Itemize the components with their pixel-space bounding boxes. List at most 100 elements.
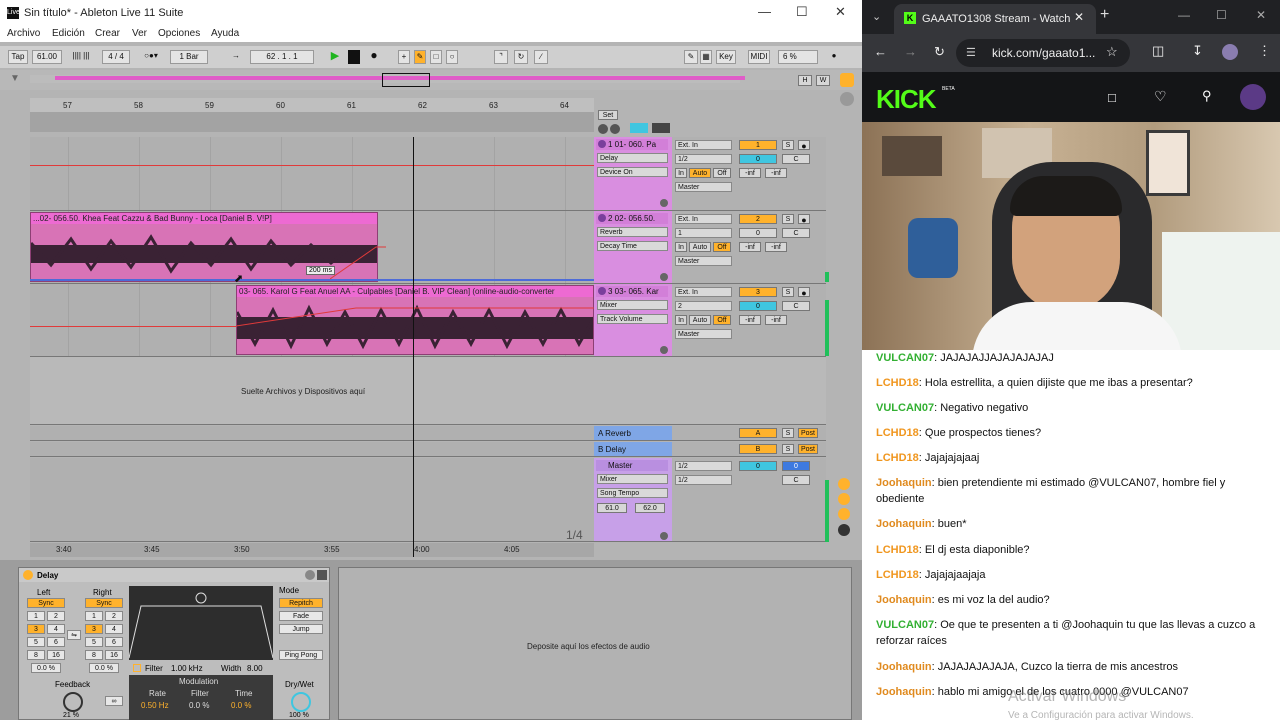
menu-ver[interactable]: Ver <box>132 28 147 39</box>
solo-button[interactable]: S <box>782 140 794 150</box>
parameter-chooser[interactable]: Track Volume <box>597 314 668 324</box>
fold-track-icon[interactable] <box>598 287 606 295</box>
right-sync-button[interactable]: Sync <box>85 598 123 608</box>
reload-icon[interactable]: ↻ <box>934 44 945 60</box>
return-activator-a[interactable]: A <box>739 428 777 438</box>
monitor-in-button[interactable]: In <box>675 242 687 252</box>
pan-field[interactable]: C <box>782 154 810 164</box>
left-note-button[interactable]: 2 <box>47 611 65 621</box>
input-type-select[interactable]: Ext. In <box>675 140 732 150</box>
monitor-off-button[interactable]: Off <box>713 168 731 178</box>
parameter-chooser[interactable]: Song Tempo <box>597 488 668 498</box>
arrangement-follow-icon[interactable]: → <box>226 50 246 64</box>
post-button[interactable]: Post <box>798 428 818 438</box>
returns-toggle-icon[interactable] <box>838 493 850 505</box>
hot-swap-icon[interactable] <box>305 570 315 580</box>
track-lane-1[interactable] <box>30 137 594 211</box>
webcam-video[interactable] <box>862 122 1280 358</box>
add-lane-icon[interactable] <box>660 346 668 354</box>
tab-close-icon[interactable]: ✕ <box>1074 10 1084 24</box>
right-note-button[interactable]: 5 <box>85 637 103 647</box>
session-record-icon[interactable]: ○ <box>446 50 458 64</box>
parameter-chooser[interactable]: Device On <box>597 167 668 177</box>
next-locator-icon[interactable] <box>610 124 620 134</box>
browser-maximize-icon[interactable]: ☐ <box>1216 8 1227 22</box>
audio-to-select[interactable]: Master <box>675 256 732 266</box>
play-icon[interactable]: ▶ <box>328 50 342 64</box>
menu-opciones[interactable]: Opciones <box>158 28 200 39</box>
browser-minimize-icon[interactable]: — <box>1178 8 1190 22</box>
right-note-button[interactable]: 6 <box>105 637 123 647</box>
device-on-icon[interactable] <box>23 570 33 580</box>
stop-icon[interactable] <box>348 50 360 64</box>
tab-kick[interactable]: K GAAATO1308 Stream - Watch L ✕ <box>894 4 1096 34</box>
track-activator-3[interactable]: 3 <box>739 287 777 297</box>
locator-bar[interactable] <box>30 112 594 132</box>
return-activator-b[interactable]: B <box>739 444 777 454</box>
following-icon[interactable]: □ <box>1108 90 1116 105</box>
monitor-in-button[interactable]: In <box>675 168 687 178</box>
kick-logo[interactable]: KICK <box>876 84 937 115</box>
link-icon[interactable]: ⇋ <box>67 630 81 640</box>
automation-line[interactable] <box>30 165 594 166</box>
chrome-menu-icon[interactable]: ⋮ <box>1258 43 1271 59</box>
track-activator-1[interactable]: 1 <box>739 140 777 150</box>
arm-icon[interactable]: ● <box>798 214 810 225</box>
volume-field[interactable]: 0 <box>739 154 777 164</box>
download-icon[interactable]: ↧ <box>1192 43 1203 59</box>
chat-username[interactable]: LCHD18 <box>876 427 919 439</box>
filter-display[interactable] <box>128 586 274 660</box>
key-map-button[interactable]: Key <box>716 50 736 64</box>
monitor-in-button[interactable]: In <box>675 315 687 325</box>
pause-view-icon[interactable] <box>840 92 854 106</box>
extensions-icon[interactable]: ◫ <box>1152 43 1164 59</box>
volume-field[interactable]: 0 <box>739 228 777 238</box>
chat-username[interactable]: VULCAN07 <box>876 619 934 631</box>
audio-to-select[interactable]: Master <box>675 329 732 339</box>
arrangement-overview[interactable]: H W ▼ <box>0 70 862 90</box>
punch-icon[interactable]: ∕ <box>534 50 548 64</box>
return-name-b[interactable]: B Delay <box>598 445 626 454</box>
time-mod-value[interactable]: 0.0 % <box>231 701 251 710</box>
fade-button[interactable]: Fade <box>279 611 323 621</box>
punch-in-h-button[interactable]: H <box>798 75 812 86</box>
master-cue-select[interactable]: 1/2 <box>675 475 732 485</box>
cue-volume-field[interactable]: 0 <box>782 461 810 471</box>
left-note-button[interactable]: 4 <box>47 624 65 634</box>
chat-username[interactable]: LCHD18 <box>876 377 919 389</box>
save-preset-icon[interactable] <box>317 570 327 580</box>
site-info-icon[interactable]: ☰ <box>966 46 976 59</box>
left-note-button[interactable]: 16 <box>47 650 65 660</box>
repitch-button[interactable]: Repitch <box>279 598 323 608</box>
new-tab-icon[interactable]: + <box>1100 6 1109 24</box>
right-offset-field[interactable]: 0.0 % <box>89 663 119 673</box>
chat-username[interactable]: VULCAN07 <box>876 402 934 414</box>
mixer-toggle-icon[interactable] <box>838 508 850 520</box>
time-ruler[interactable]: 3:40 3:45 3:50 3:55 4:00 4:05 <box>30 543 594 557</box>
left-note-button[interactable]: 6 <box>47 637 65 647</box>
capture-icon[interactable]: □ <box>430 50 442 64</box>
filter-mod-value[interactable]: 0.0 % <box>189 701 209 710</box>
playhead[interactable] <box>413 137 414 557</box>
input-type-select[interactable]: Ext. In <box>675 287 732 297</box>
monitor-auto-button[interactable]: Auto <box>689 242 711 252</box>
pan-field[interactable]: C <box>782 301 810 311</box>
monitor-off-button[interactable]: Off <box>713 242 731 252</box>
right-note-button[interactable]: 8 <box>85 650 103 660</box>
user-avatar[interactable] <box>1240 84 1266 110</box>
profile-avatar[interactable] <box>1222 44 1238 60</box>
browser-close-icon[interactable]: ✕ <box>1256 8 1266 22</box>
audio-effects-drop-area[interactable]: Deposite aquí los efectos de audio <box>338 567 852 720</box>
filter-icon[interactable]: ▼ <box>10 73 20 84</box>
device-chooser[interactable]: Mixer <box>597 300 668 310</box>
bookmark-star-icon[interactable]: ☆ <box>1106 44 1118 60</box>
follow-icon[interactable]: ○●▾ <box>136 50 166 64</box>
chat-username[interactable]: Joohaquin <box>876 477 932 489</box>
left-note-button[interactable]: 5 <box>27 637 45 647</box>
fold-track-icon[interactable] <box>598 140 606 148</box>
pan-field[interactable]: C <box>782 228 810 238</box>
chat-username[interactable]: VULCAN07 <box>876 352 934 364</box>
solo-button[interactable]: S <box>782 428 794 438</box>
pencil-icon[interactable]: ✎ <box>684 50 698 64</box>
chat-username[interactable]: Joohaquin <box>876 594 932 606</box>
